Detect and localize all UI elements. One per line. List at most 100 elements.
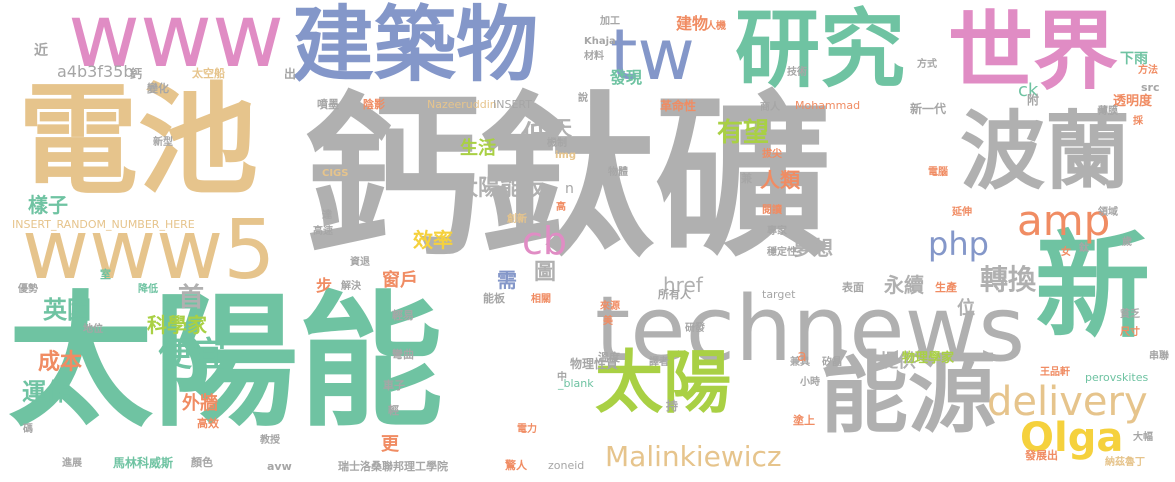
word: 室 xyxy=(100,268,111,281)
word: 波蘭 xyxy=(960,103,1131,202)
word: perovskites xyxy=(1085,371,1149,384)
word: Malinkiewicz xyxy=(605,440,782,473)
word: 說 xyxy=(578,93,588,104)
word: img xyxy=(555,150,577,161)
word: 人類 xyxy=(760,168,800,192)
word: 成本 xyxy=(38,350,83,375)
word: 附 xyxy=(1027,93,1040,107)
word: 高 xyxy=(556,202,566,213)
word: 有望 xyxy=(717,118,770,148)
word: 位 xyxy=(957,298,975,319)
word: 物體 xyxy=(608,167,628,178)
word: 高速 xyxy=(313,226,333,237)
word: 窗戶 xyxy=(382,270,418,291)
word: 新型 xyxy=(153,137,173,148)
word: 延伸 xyxy=(952,207,972,218)
word: 碼 xyxy=(23,424,33,435)
word: 閱讀 xyxy=(762,205,782,216)
word: 驚人 xyxy=(505,459,527,472)
word: 尺寸 xyxy=(1120,327,1140,338)
word: 採 xyxy=(1133,116,1143,127)
word: INSERT_RANDOM_NUMBER_HERE xyxy=(12,218,195,231)
word: 噴墨 xyxy=(317,98,339,111)
word: Nazeeruddin xyxy=(427,98,497,111)
word: 出 xyxy=(284,67,297,81)
word: 商人 xyxy=(760,102,780,113)
word: 下雨 xyxy=(1120,51,1148,67)
word: 王品軒 xyxy=(1040,367,1070,378)
word: amp xyxy=(1017,196,1111,245)
word: 大幅 xyxy=(1133,432,1153,443)
word: 材料 xyxy=(584,51,604,62)
word: 太空船 xyxy=(192,67,225,80)
word: 電腦 xyxy=(928,167,948,178)
word: 需 xyxy=(497,268,517,292)
word: 便宜 xyxy=(158,335,226,375)
word: 機制 xyxy=(547,138,567,149)
word: 能板 xyxy=(483,292,505,305)
word: 建物 xyxy=(676,14,709,33)
word: 進展 xyxy=(62,458,82,469)
word: 譯者 xyxy=(649,357,669,368)
word: 變化 xyxy=(147,82,169,95)
word: 解決 xyxy=(341,281,361,292)
word: 納茲魯丁 xyxy=(1105,457,1145,468)
word-cloud: 鈣鈦礦 太陽能 電池 technews www5 新 建築物 www 研究 世界… xyxy=(0,0,1175,482)
word: 生產 xyxy=(935,281,957,294)
word: CIGS xyxy=(322,168,349,179)
word: 中 xyxy=(557,372,567,383)
word: 達 xyxy=(322,210,332,221)
word: avw xyxy=(267,460,292,473)
word: 薄膜 xyxy=(1098,106,1118,117)
word: 物理學家 xyxy=(902,351,955,366)
word: 更 xyxy=(381,434,399,455)
word: 高效 xyxy=(197,417,219,430)
word: 發展出 xyxy=(1025,449,1058,462)
word: n xyxy=(565,181,574,197)
word: 女 xyxy=(1061,247,1071,258)
word: 來源 xyxy=(600,301,620,312)
word: 外牆 xyxy=(182,393,218,414)
word: 拔尖 xyxy=(762,149,782,160)
word: 技術 xyxy=(787,67,807,78)
word: 輕易 xyxy=(392,309,414,322)
word: 鈣 xyxy=(130,67,143,81)
word: 加工 xyxy=(600,16,620,27)
word: 美 xyxy=(603,316,613,327)
word: 顏色 xyxy=(191,456,213,469)
word: a4b3f35b xyxy=(57,62,134,81)
word: 夢想 xyxy=(793,236,833,260)
word: 效率 xyxy=(413,228,453,252)
word: php xyxy=(928,225,989,263)
word: 陰影 xyxy=(363,98,385,111)
word: a xyxy=(797,346,807,365)
word: 降低 xyxy=(138,284,158,295)
word: 鈦 xyxy=(1079,243,1089,254)
word: 塗上 xyxy=(793,414,815,427)
word: 樣子 xyxy=(28,193,68,217)
word: 新一代 xyxy=(910,102,947,116)
word: 人機 xyxy=(706,21,726,32)
word: 資退 xyxy=(350,257,370,268)
word: 專家 xyxy=(767,226,787,237)
word: 永續 xyxy=(884,273,924,297)
word: 研究 xyxy=(735,1,906,100)
word: 串聯 xyxy=(1149,351,1169,362)
word: 步 xyxy=(316,276,333,295)
word: 創新 xyxy=(507,214,527,225)
word: 建築物 xyxy=(292,0,539,93)
word: 透明度 xyxy=(1113,94,1153,109)
word: 低 xyxy=(521,119,550,152)
word: 瑞士洛桑聯邦理工學院 xyxy=(338,460,448,473)
word: 近 xyxy=(34,43,48,59)
word: 歲 xyxy=(1122,237,1132,248)
word: Mohammad xyxy=(795,99,861,112)
word: 兼 xyxy=(741,172,752,185)
word: 轉換 xyxy=(980,263,1037,296)
word: 表面 xyxy=(842,281,864,294)
word: cb xyxy=(522,219,568,263)
word: src xyxy=(1141,81,1160,94)
word: 相關 xyxy=(531,294,551,305)
word: 馬林科威斯 xyxy=(113,456,174,470)
word: 所有人 xyxy=(658,288,691,301)
